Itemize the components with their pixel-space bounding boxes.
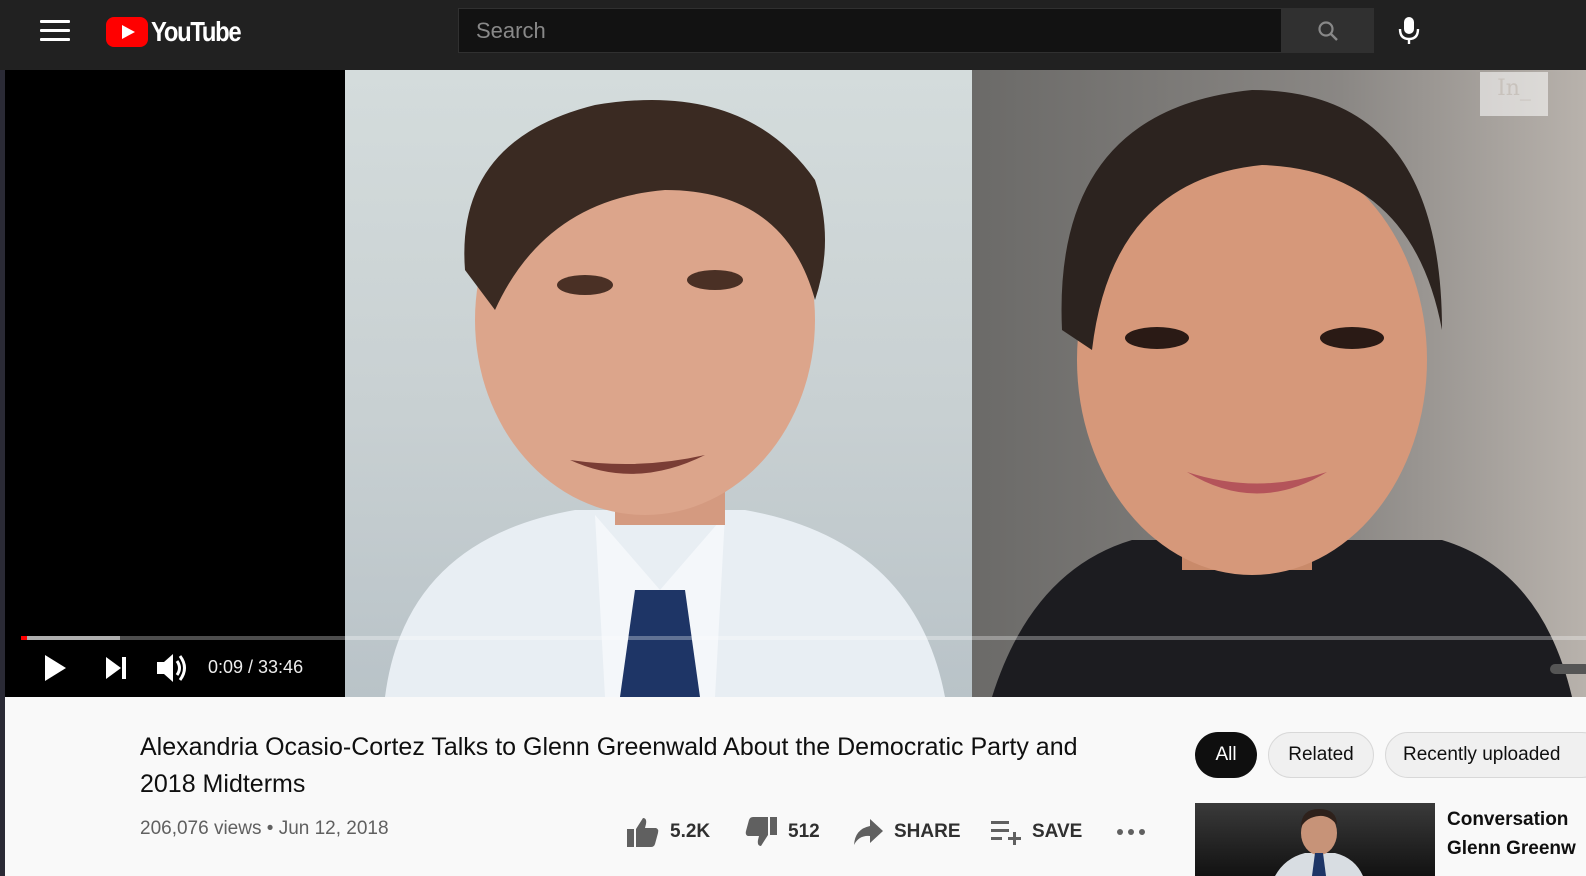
progress-played bbox=[21, 636, 28, 640]
info-separator: • bbox=[266, 818, 274, 839]
video-player[interactable]: In_ 0:09 / 33:46 bbox=[5, 70, 1586, 697]
chip-recently-uploaded[interactable]: Recently uploaded bbox=[1385, 732, 1586, 778]
player-edge-handle[interactable] bbox=[1550, 664, 1586, 674]
video-frame-right-speaker: In_ bbox=[972, 70, 1586, 697]
channel-watermark[interactable]: In_ bbox=[1480, 72, 1548, 116]
thumbs-up-icon bbox=[627, 818, 659, 847]
more-horizontal-icon bbox=[1117, 829, 1145, 835]
related-video-thumbnail[interactable] bbox=[1195, 803, 1435, 876]
chip-all[interactable]: All bbox=[1195, 732, 1257, 778]
search-icon bbox=[1318, 20, 1338, 41]
related-video-title[interactable]: Conversation Glenn Greenw bbox=[1447, 805, 1586, 863]
more-actions-button[interactable] bbox=[1116, 812, 1146, 852]
volume-icon[interactable] bbox=[155, 651, 191, 685]
search-button[interactable] bbox=[1282, 8, 1374, 53]
video-title: Alexandria Ocasio-Cortez Talks to Glenn … bbox=[140, 733, 1078, 798]
share-button[interactable]: SHARE bbox=[852, 812, 961, 852]
dislike-button[interactable]: 512 bbox=[744, 812, 820, 852]
dislike-count: 512 bbox=[788, 821, 820, 842]
like-button[interactable]: 5.2K bbox=[626, 812, 710, 852]
view-count: 206,076 views bbox=[140, 818, 262, 839]
video-frame-left-speaker bbox=[345, 70, 972, 697]
masthead: YouTube bbox=[0, 0, 1586, 70]
speaker-left-figure bbox=[385, 100, 945, 697]
video-info: 206,076 views • Jun 12, 2018 bbox=[140, 818, 389, 840]
like-count: 5.2K bbox=[670, 821, 711, 842]
thumbs-down-icon bbox=[745, 817, 777, 846]
chip-related[interactable]: Related bbox=[1268, 732, 1374, 778]
upload-date: Jun 12, 2018 bbox=[278, 818, 389, 839]
save-button[interactable]: SAVE bbox=[990, 812, 1082, 852]
youtube-logo-text: YouTube bbox=[151, 16, 242, 47]
time-display: 0:09 / 33:46 bbox=[208, 657, 304, 677]
speaker-right-figure bbox=[992, 90, 1572, 697]
save-to-playlist-icon bbox=[991, 821, 1021, 845]
related-video-channel: Glenn Greenw bbox=[1447, 838, 1576, 859]
next-video-icon[interactable] bbox=[104, 654, 128, 682]
save-label: SAVE bbox=[1032, 821, 1083, 842]
youtube-play-logo-icon bbox=[106, 17, 148, 47]
youtube-logo[interactable]: YouTube bbox=[106, 15, 256, 49]
progress-buffered bbox=[21, 636, 120, 640]
thumbnail-speaker-figure bbox=[1275, 809, 1363, 876]
play-icon[interactable] bbox=[41, 652, 69, 684]
related-video-title-line: Conversation bbox=[1447, 809, 1569, 830]
voice-search-button[interactable] bbox=[1386, 8, 1431, 53]
share-icon bbox=[854, 819, 883, 845]
progress-bar[interactable] bbox=[21, 636, 1586, 640]
microphone-icon bbox=[1398, 16, 1419, 44]
hamburger-menu-icon[interactable] bbox=[40, 20, 70, 44]
share-label: SHARE bbox=[894, 821, 961, 842]
search-input[interactable] bbox=[458, 8, 1282, 53]
